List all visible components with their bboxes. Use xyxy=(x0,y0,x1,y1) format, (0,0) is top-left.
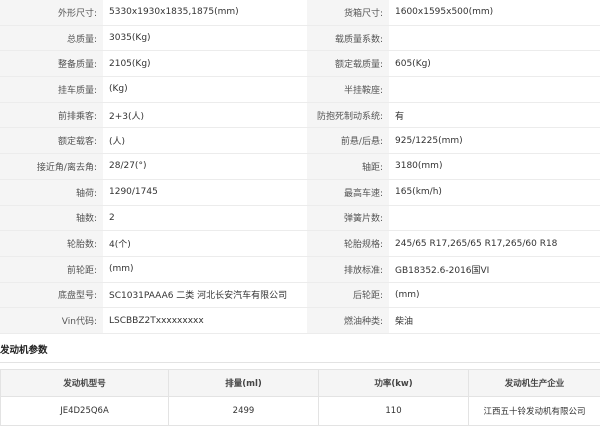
spec-value-right: 柴油 xyxy=(389,308,600,334)
spec-value-right: 有 xyxy=(389,102,600,128)
engine-table-header-row: 发动机型号 排量(ml) 功率(kw) 发动机生产企业 xyxy=(1,369,600,396)
spec-label-right: 防抱死制动系统: xyxy=(307,102,389,128)
engine-model-cell: JE4D25Q6A xyxy=(1,396,169,425)
spec-label-left: 总质量: xyxy=(0,25,103,51)
engine-manufacturer-cell: 江西五十铃发动机有限公司 xyxy=(469,396,600,425)
vehicle-spec-table: 外形尺寸:5330x1930x1835,1875(mm)货箱尺寸:1600x15… xyxy=(0,0,600,334)
spec-label-right: 轴距: xyxy=(307,154,389,180)
spec-value-left: 3035(Kg) xyxy=(103,25,307,51)
spec-value-left: (mm) xyxy=(103,256,307,282)
spec-table-body: 外形尺寸:5330x1930x1835,1875(mm)货箱尺寸:1600x15… xyxy=(0,0,600,333)
spec-value-left: (Kg) xyxy=(103,77,307,103)
spec-value-left: 5330x1930x1835,1875(mm) xyxy=(103,0,307,25)
spec-label-right: 货箱尺寸: xyxy=(307,0,389,25)
spec-value-right: 605(Kg) xyxy=(389,51,600,77)
spec-label-right: 半挂鞍座: xyxy=(307,77,389,103)
spec-row: 前轮距:(mm)排放标准:GB18352.6-2016国VI xyxy=(0,256,600,282)
spec-value-left: 2105(Kg) xyxy=(103,51,307,77)
spec-value-right xyxy=(389,205,600,231)
spec-row: 额定载客:(人)前悬/后悬:925/1225(mm) xyxy=(0,128,600,154)
spec-label-right: 轮胎规格: xyxy=(307,231,389,257)
spec-row: Vin代码:LSCBBZ2Txxxxxxxxx燃油种类:柴油 xyxy=(0,308,600,334)
spec-row: 总质量:3035(Kg)载质量系数: xyxy=(0,25,600,51)
spec-value-right: 1600x1595x500(mm) xyxy=(389,0,600,25)
engine-header-model: 发动机型号 xyxy=(1,369,169,396)
engine-params-table: 发动机型号 排量(ml) 功率(kw) 发动机生产企业 JE4D25Q6A 24… xyxy=(0,369,600,426)
engine-section-title: 发动机参数 xyxy=(0,340,600,363)
spec-label-right: 弹簧片数: xyxy=(307,205,389,231)
spec-value-right: 165(km/h) xyxy=(389,179,600,205)
spec-row: 轴数:2弹簧片数: xyxy=(0,205,600,231)
spec-value-left: SC1031PAAA6 二类 河北长安汽车有限公司 xyxy=(103,282,307,308)
spec-label-left: 底盘型号: xyxy=(0,282,103,308)
spec-row: 整备质量:2105(Kg)额定载质量:605(Kg) xyxy=(0,51,600,77)
spec-row: 接近角/离去角:28/27(°)轴距:3180(mm) xyxy=(0,154,600,180)
spec-label-left: Vin代码: xyxy=(0,308,103,334)
spec-label-right: 排放标准: xyxy=(307,256,389,282)
engine-header-manufacturer: 发动机生产企业 xyxy=(469,369,600,396)
spec-value-right: 245/65 R17,265/65 R17,265/60 R18 xyxy=(389,231,600,257)
spec-value-left: 28/27(°) xyxy=(103,154,307,180)
spec-value-right: (mm) xyxy=(389,282,600,308)
spec-label-left: 轮胎数: xyxy=(0,231,103,257)
spec-label-right: 额定载质量: xyxy=(307,51,389,77)
spec-label-right: 最高车速: xyxy=(307,179,389,205)
spec-label-right: 后轮距: xyxy=(307,282,389,308)
engine-header-displacement: 排量(ml) xyxy=(169,369,319,396)
spec-label-left: 轴数: xyxy=(0,205,103,231)
spec-row: 外形尺寸:5330x1930x1835,1875(mm)货箱尺寸:1600x15… xyxy=(0,0,600,25)
spec-label-left: 额定载客: xyxy=(0,128,103,154)
spec-value-right: 925/1225(mm) xyxy=(389,128,600,154)
spec-value-left: 1290/1745 xyxy=(103,179,307,205)
spec-row: 挂车质量:(Kg)半挂鞍座: xyxy=(0,77,600,103)
spec-row: 底盘型号:SC1031PAAA6 二类 河北长安汽车有限公司后轮距:(mm) xyxy=(0,282,600,308)
engine-table-row: JE4D25Q6A 2499 110 江西五十铃发动机有限公司 xyxy=(1,396,600,425)
spec-label-left: 接近角/离去角: xyxy=(0,154,103,180)
spec-value-right xyxy=(389,25,600,51)
spec-value-right: GB18352.6-2016国VI xyxy=(389,256,600,282)
spec-value-right xyxy=(389,77,600,103)
engine-power-cell: 110 xyxy=(319,396,469,425)
spec-label-left: 前排乘客: xyxy=(0,102,103,128)
engine-displacement-cell: 2499 xyxy=(169,396,319,425)
spec-label-right: 燃油种类: xyxy=(307,308,389,334)
spec-label-left: 前轮距: xyxy=(0,256,103,282)
spec-value-left: 2 xyxy=(103,205,307,231)
spec-value-left: (人) xyxy=(103,128,307,154)
spec-value-left: 4(个) xyxy=(103,231,307,257)
spec-label-right: 载质量系数: xyxy=(307,25,389,51)
spec-label-left: 外形尺寸: xyxy=(0,0,103,25)
spec-value-left: LSCBBZ2Txxxxxxxxx xyxy=(103,308,307,334)
spec-value-left: 2+3(人) xyxy=(103,102,307,128)
spec-label-left: 挂车质量: xyxy=(0,77,103,103)
spec-label-left: 轴荷: xyxy=(0,179,103,205)
spec-row: 轴荷:1290/1745最高车速:165(km/h) xyxy=(0,179,600,205)
spec-label-left: 整备质量: xyxy=(0,51,103,77)
spec-row: 前排乘客:2+3(人)防抱死制动系统:有 xyxy=(0,102,600,128)
spec-label-right: 前悬/后悬: xyxy=(307,128,389,154)
spec-value-right: 3180(mm) xyxy=(389,154,600,180)
engine-header-power: 功率(kw) xyxy=(319,369,469,396)
spec-row: 轮胎数:4(个)轮胎规格:245/65 R17,265/65 R17,265/6… xyxy=(0,231,600,257)
